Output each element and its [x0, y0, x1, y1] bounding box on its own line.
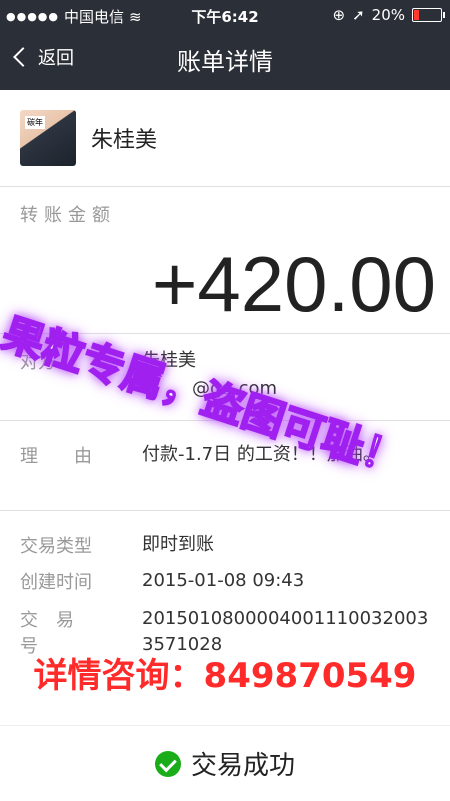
recipient-name: 朱桂美 [142, 350, 196, 371]
rotation-lock-icon: ⊕ [332, 6, 346, 24]
type-label: 交易类型 [20, 536, 92, 557]
status-text: 交易成功 [190, 751, 295, 781]
bill-detail: 碳年 朱桂美 转账金额 +420.00 对方 朱桂美 @qq.com 理 由 付… [0, 90, 450, 801]
reason-label: 理 由 [20, 446, 92, 467]
reason-value: 付款-1.7日 的工资！！加油。 [142, 444, 381, 465]
battery-icon [412, 8, 445, 22]
check-icon [154, 750, 181, 777]
created-time-label: 创建时间 [20, 572, 92, 593]
avatar[interactable]: 碳年 [20, 110, 76, 166]
amount-value: +420.00 [151, 240, 436, 328]
battery-percent: 20% [371, 6, 405, 24]
type-value: 即时到账 [142, 534, 214, 555]
amount-label: 转账金额 [20, 205, 116, 226]
page-title: 账单详情 [177, 48, 273, 76]
status-bar: ●●●●● 中国电信 ≋ 下午6:42 ⊕ ➚ 20% [0, 0, 450, 30]
created-time-value: 2015-01-08 09:43 [142, 570, 305, 591]
profile-name: 朱桂美 [91, 128, 158, 153]
location-icon: ➚ [352, 6, 365, 24]
recipient-label: 对方 [20, 352, 56, 373]
nav-bar: 返回 账单详情 [0, 30, 450, 90]
profile-row[interactable]: 碳年 朱桂美 [0, 90, 450, 187]
recipient-email: @qq.com [192, 378, 278, 399]
status-right: ⊕ ➚ 20% [332, 6, 445, 24]
txid-label: 交易号 [20, 610, 92, 657]
transaction-status: 交易成功 [0, 725, 450, 801]
amount-section: 转账金额 +420.00 [0, 187, 450, 334]
txid-value: 20150108000040011100320033571028 [142, 608, 429, 655]
